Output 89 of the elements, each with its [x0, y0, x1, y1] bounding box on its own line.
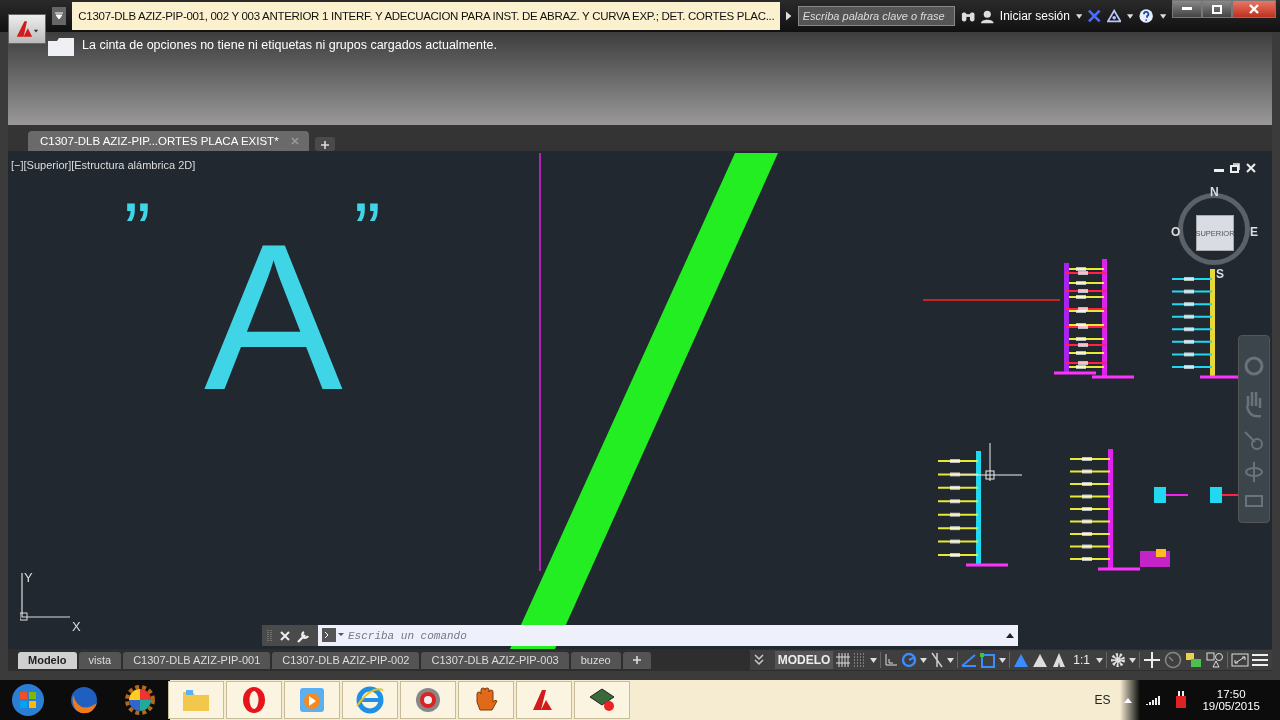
wrench-icon[interactable]	[296, 628, 312, 643]
expand-arrow-icon[interactable]	[786, 11, 792, 21]
polar-tracking-icon[interactable]	[901, 652, 918, 668]
maximize-button[interactable]	[1202, 0, 1232, 18]
quote-mark: ”	[124, 191, 151, 271]
grid-icon[interactable]	[836, 653, 851, 667]
sign-in-button[interactable]: Iniciar sesión	[999, 9, 1070, 23]
compass-label: E	[1250, 225, 1258, 239]
dropdown-icon[interactable]	[947, 657, 955, 663]
file-tab[interactable]: C1307-DLB AZIZ-PIP...ORTES PLACA EXIST*	[28, 131, 309, 151]
ring-o-icon[interactable]	[226, 681, 282, 719]
close-icon	[1246, 163, 1256, 173]
model-space-button[interactable]: MODELO	[774, 651, 834, 669]
clock[interactable]: 17:50 19/05/2015	[1202, 688, 1260, 712]
layout-tab[interactable]: C1307-DLB AZIZ-PIP-003	[421, 651, 569, 669]
quote-mark: ”	[354, 191, 381, 271]
layout-tab[interactable]: vista	[78, 651, 122, 669]
ribbon-message: La cinta de opciones no tiene ni etiquetas ni grupos cargados actualmente.	[82, 38, 497, 52]
signal-icon[interactable]	[1146, 695, 1161, 705]
shapes-icon[interactable]	[1206, 652, 1224, 668]
plus-icon	[320, 141, 329, 149]
browser-e-icon[interactable]	[342, 681, 398, 719]
menu-icon[interactable]	[1252, 653, 1268, 667]
layout-tab[interactable]: C1307-DLB AZIZ-PIP-002	[272, 651, 420, 669]
plus-icon	[632, 656, 641, 664]
dropdown-icon[interactable]	[920, 657, 928, 663]
command-input[interactable]: Escriba un comando	[318, 625, 1018, 646]
crosshair-cursor-icon	[957, 442, 1023, 482]
dropdown-icon[interactable]	[1127, 13, 1134, 19]
history-arrow-icon[interactable]	[1006, 633, 1014, 638]
language-indicator[interactable]: ES	[1094, 693, 1111, 707]
dropdown-icon[interactable]	[870, 657, 878, 663]
minimize-icon	[1182, 7, 1192, 11]
annotation-visibility-icon[interactable]	[1013, 652, 1030, 668]
annotation-scale-icon[interactable]	[1032, 652, 1049, 668]
plus-icon[interactable]	[1143, 651, 1161, 669]
chevron-icon[interactable]	[753, 654, 764, 666]
folder-icon	[48, 38, 74, 56]
ortho-icon[interactable]	[884, 653, 899, 667]
close-button[interactable]	[1232, 0, 1276, 18]
dropdown-icon[interactable]	[1075, 13, 1083, 19]
object-snap-icon[interactable]	[980, 652, 997, 668]
layout-tab[interactable]: C1307-DLB AZIZ-PIP-001	[123, 651, 271, 669]
viewport-label[interactable]: [−][Superior][Estructura alámbrica 2D]	[11, 159, 196, 171]
quick-access-menu-icon[interactable]	[52, 7, 67, 25]
dropdown-icon[interactable]	[999, 657, 1007, 663]
axis-label: X	[72, 619, 81, 634]
compass-label: O	[1171, 225, 1181, 239]
fullscreen-icon[interactable]	[1231, 653, 1249, 667]
board-game-icon[interactable]	[574, 681, 630, 719]
fitting-detail-drawing	[1154, 487, 1189, 503]
close-icon	[1249, 4, 1259, 14]
restore-icon	[1230, 163, 1240, 173]
compass-label: S	[1216, 267, 1224, 281]
layout-tab[interactable]: Modelo	[18, 651, 77, 669]
battery-plug-icon[interactable]	[1174, 691, 1189, 709]
exchange-icon[interactable]	[1088, 9, 1101, 23]
application-menu-button[interactable]	[8, 14, 46, 44]
dropdown-icon[interactable]	[1129, 657, 1136, 663]
object-snap-tracking-icon[interactable]	[961, 653, 978, 667]
cad-text: A	[204, 213, 343, 421]
user-icon	[981, 8, 994, 24]
binoculars-icon[interactable]	[960, 9, 976, 23]
triangle-network-icon[interactable]	[1106, 9, 1122, 23]
minimize-button[interactable]	[1172, 0, 1202, 18]
spiral-icon[interactable]	[400, 681, 456, 719]
command-prompt-icon[interactable]	[322, 628, 344, 642]
letter-a-icon	[15, 18, 39, 40]
letter-a-icon[interactable]	[516, 681, 572, 719]
caret-icon[interactable]	[1124, 697, 1133, 703]
help-icon[interactable]	[1139, 8, 1154, 24]
add-layout-button[interactable]	[622, 651, 651, 669]
compass-label: N	[1210, 185, 1219, 199]
dropdown-icon[interactable]	[1159, 13, 1166, 19]
settings-icon[interactable]	[1110, 652, 1126, 668]
window-title: C1307-DLB AZIZ-PIP-001, 002 Y 003 ANTERIOR 1 INTERF. Y ADECUACION PARA INST. DE ABRAZ. Y CURVA EXP.; DET. CORTES PLAC...	[72, 2, 781, 30]
annotation-scale-button[interactable]: 1:1	[1070, 651, 1093, 669]
layout-tab[interactable]: buzeo	[570, 651, 621, 669]
glove-icon[interactable]	[458, 681, 514, 719]
fitting-detail-drawing	[1140, 549, 1170, 567]
viewport-restore-button[interactable]	[1230, 161, 1240, 176]
dropdown-icon[interactable]	[1096, 657, 1103, 663]
workspace-icon[interactable]	[1185, 652, 1203, 668]
new-tab-button[interactable]	[314, 137, 335, 151]
annotation-icon[interactable]	[1051, 652, 1068, 668]
axis-label: Y	[24, 570, 33, 585]
search-field[interactable]: Escriba palabra clave o frase	[797, 6, 955, 26]
isodraft-icon[interactable]	[930, 652, 945, 668]
fitting-detail-drawing	[1210, 487, 1241, 503]
